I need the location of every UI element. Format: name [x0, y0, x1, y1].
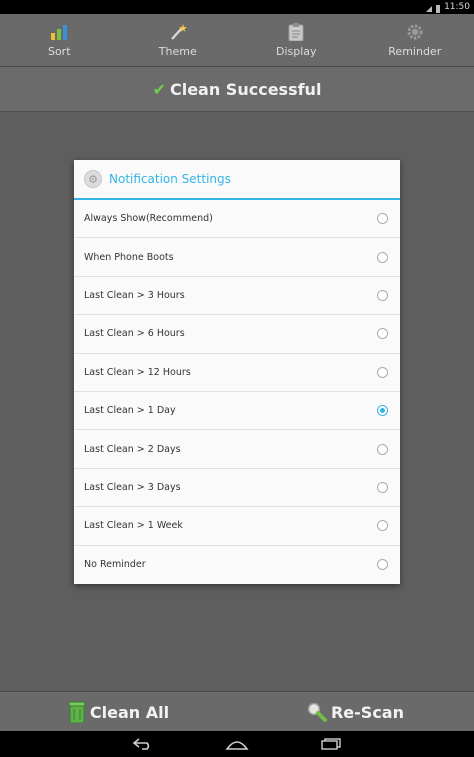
notification-option-label: Last Clean > 1 Week [84, 520, 183, 532]
notification-option[interactable]: Last Clean > 1 Week [74, 507, 400, 546]
options-list: Always Show(Recommend) When Phone Boots La… [74, 200, 400, 584]
clean-result-text: Clean Successful [169, 79, 322, 99]
notification-option[interactable]: Always Show(Recommend) [74, 200, 400, 239]
notification-option-label: Last Clean > 3 Hours [84, 289, 185, 301]
radio-unselected[interactable] [377, 213, 388, 225]
signal-icon [426, 6, 433, 12]
notification-option-label: Always Show(Recommend) [84, 213, 213, 225]
top-toolbar: Sort Theme Display Reminder [0, 14, 474, 67]
magnifier-icon [307, 702, 327, 722]
radio-unselected[interactable] [377, 481, 388, 493]
notification-option[interactable]: Last Clean > 12 Hours [74, 354, 400, 392]
clipboard-icon [285, 22, 307, 42]
radio-unselected[interactable] [377, 289, 388, 301]
notification-option-label: Last Clean > 2 Days [84, 443, 181, 455]
clean-result-banner: ✔ Clean Successful [0, 67, 474, 112]
sort-button[interactable]: Sort [0, 14, 119, 66]
notification-option-label: No Reminder [84, 559, 146, 571]
bar-chart-icon [48, 22, 70, 42]
rescan-button[interactable]: Re-Scan [237, 692, 474, 732]
magic-wand-icon [167, 22, 189, 42]
dialog-header: ⚙ Notification Settings [74, 160, 400, 200]
notification-option[interactable]: No Reminder [74, 546, 400, 584]
radio-selected[interactable] [377, 405, 388, 417]
sort-label: Sort [47, 45, 71, 58]
radio-unselected[interactable] [377, 559, 388, 571]
status-time: 11:50 [444, 2, 470, 12]
notification-option-label: Last Clean > 1 Day [84, 405, 176, 417]
trash-can-icon [68, 701, 86, 723]
reminder-button[interactable]: Reminder [356, 14, 474, 66]
notification-option[interactable]: Last Clean > 6 Hours [74, 315, 400, 354]
dialog-title: Notification Settings [109, 172, 231, 186]
settings-gear-icon: ⚙ [84, 170, 102, 188]
notification-option[interactable]: Last Clean > 1 Day [74, 392, 400, 431]
radio-unselected[interactable] [377, 443, 388, 455]
back-icon[interactable] [131, 737, 155, 751]
theme-label: Theme [158, 45, 197, 58]
notification-option-label: When Phone Boots [84, 251, 174, 263]
notification-option-label: Last Clean > 3 Days [84, 481, 181, 493]
battery-icon [436, 4, 441, 13]
radio-unselected[interactable] [377, 251, 388, 263]
notification-option[interactable]: Last Clean > 3 Hours [74, 277, 400, 316]
notification-settings-dialog: ⚙ Notification Settings Always Show(Reco… [74, 160, 400, 584]
radio-unselected[interactable] [377, 366, 388, 378]
gear-icon [404, 22, 426, 42]
notification-option-label: Last Clean > 6 Hours [84, 328, 185, 340]
notification-option[interactable]: When Phone Boots [74, 238, 400, 277]
clean-all-label: Clean All [89, 702, 170, 722]
recent-apps-icon[interactable] [319, 737, 343, 751]
notification-option[interactable]: Last Clean > 2 Days [74, 430, 400, 469]
system-nav-bar [0, 731, 474, 757]
reminder-label: Reminder [388, 45, 442, 58]
status-bar: 11:50 [0, 0, 474, 14]
theme-button[interactable]: Theme [119, 14, 238, 66]
checkmark-icon: ✔ [152, 79, 166, 99]
notification-option[interactable]: Last Clean > 3 Days [74, 469, 400, 508]
display-button[interactable]: Display [237, 14, 356, 66]
clean-all-button[interactable]: Clean All [0, 692, 237, 732]
radio-unselected[interactable] [377, 328, 388, 340]
bottom-action-bar: Clean All Re-Scan [0, 691, 474, 732]
rescan-label: Re-Scan [330, 702, 404, 722]
home-icon[interactable] [225, 737, 249, 751]
radio-unselected[interactable] [377, 520, 388, 532]
display-label: Display [275, 45, 317, 58]
notification-option-label: Last Clean > 12 Hours [84, 366, 191, 378]
